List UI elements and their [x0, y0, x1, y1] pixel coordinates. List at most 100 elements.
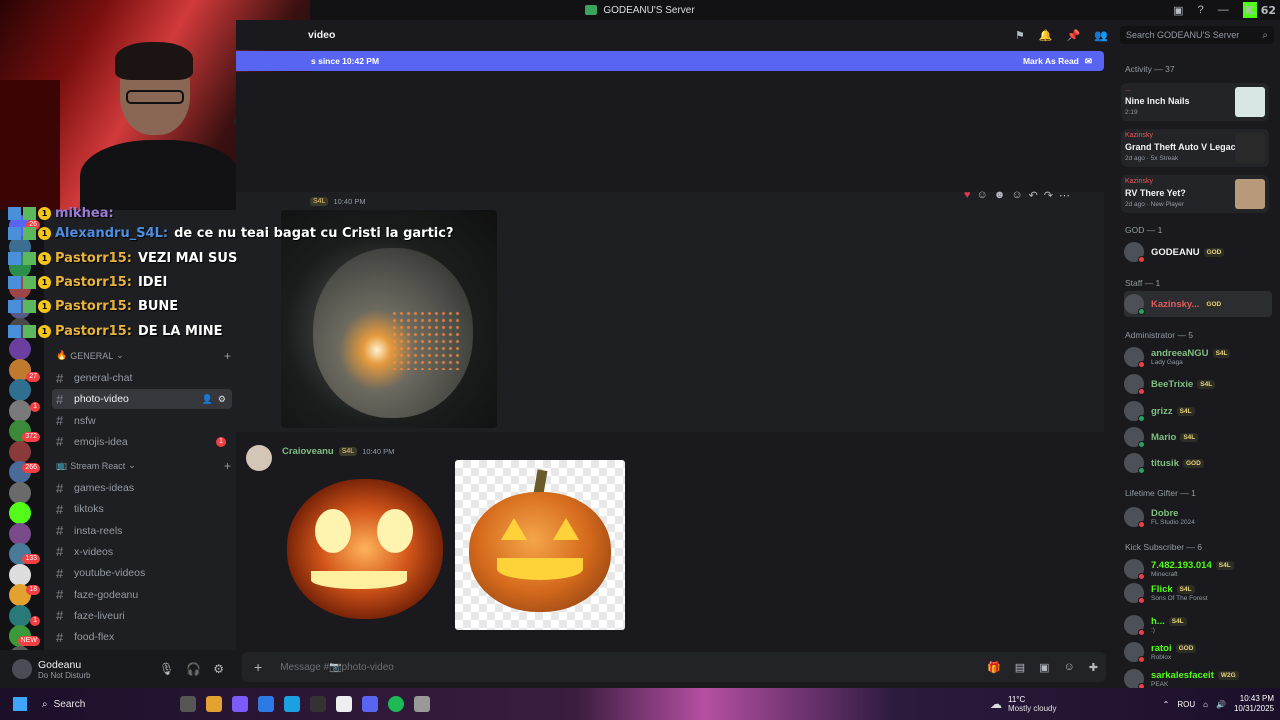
member-row[interactable]: grizz S4L: [1124, 398, 1272, 424]
member-name: GODEANU GOD: [1151, 247, 1225, 258]
window-title: GODEANU'S Server: [603, 4, 695, 16]
gear-icon[interactable]: ⚙: [218, 394, 226, 405]
emoji-icon[interactable]: ☺: [1064, 661, 1075, 674]
member-row[interactable]: Mario S4L: [1124, 424, 1272, 450]
mark-as-read-button[interactable]: Mark As Read ✉: [1023, 56, 1092, 67]
channel-games-ideas[interactable]: # games-ideas: [52, 478, 232, 498]
channel-general-chat[interactable]: # general-chat: [52, 368, 232, 388]
app-icon[interactable]: [336, 696, 352, 712]
app-icon[interactable]: [232, 696, 248, 712]
windows-start-icon[interactable]: [13, 697, 27, 711]
headphones-icon[interactable]: 🎧: [186, 662, 201, 676]
settings-gear-icon[interactable]: ⚙: [213, 662, 224, 676]
sticker-icon[interactable]: ▣: [1039, 661, 1049, 674]
member-row[interactable]: Kazinsky... GOD: [1124, 291, 1272, 317]
app-icon[interactable]: [258, 696, 274, 712]
server-icon[interactable]: [9, 481, 31, 504]
member-row[interactable]: GODEANU GOD: [1124, 239, 1272, 265]
gif-icon[interactable]: ▤: [1015, 661, 1025, 674]
category-general[interactable]: 🔥 GENERAL ⌄ +: [56, 349, 231, 363]
spotify-icon[interactable]: [388, 696, 404, 712]
member-row[interactable]: 7.482.193.014 S4L Minecraft: [1124, 556, 1272, 582]
add-attachment-icon[interactable]: +: [254, 659, 262, 675]
channel-x-videos[interactable]: # x-videos: [52, 542, 232, 562]
members-icon[interactable]: 👥: [1094, 29, 1108, 42]
server-icon[interactable]: [9, 399, 31, 422]
server-icon[interactable]: [9, 502, 31, 524]
server-icon[interactable]: [9, 522, 31, 545]
member-row[interactable]: andreeaNGU S4L Lady Gaga: [1124, 344, 1272, 370]
add-reaction-icon[interactable]: ☺: [1011, 189, 1022, 201]
taskbar-search[interactable]: ⌕ Search: [42, 699, 85, 710]
bell-icon[interactable]: 🔔: [1039, 29, 1053, 42]
apps-icon[interactable]: ✚: [1089, 661, 1098, 674]
minimize-icon[interactable]: —: [1218, 4, 1229, 16]
channel-photo-video[interactable]: # photo-video 👤 ⚙: [52, 389, 232, 410]
status-dot: [1138, 308, 1145, 315]
volume-icon[interactable]: 🔊: [1216, 700, 1226, 709]
server-icon[interactable]: [9, 379, 31, 401]
activity-card[interactable]: Kazinsky Grand Theft Auto V Legacy 2d ago …: [1121, 129, 1269, 167]
level-badge-icon: 1: [38, 226, 51, 240]
channel-insta-reels[interactable]: # insta-reels: [52, 521, 232, 541]
app-icon[interactable]: [180, 696, 196, 712]
heart-reaction-icon[interactable]: ♥: [964, 189, 971, 201]
activity-card[interactable]: Kazinsky RV There Yet? 2d ago · New Player: [1121, 175, 1269, 213]
channel-nsfw[interactable]: # nsfw: [52, 411, 232, 431]
app-icon[interactable]: [310, 696, 326, 712]
attachment-image-jack-o-lantern[interactable]: [455, 460, 625, 630]
pin-icon[interactable]: 📌: [1067, 29, 1081, 42]
language-indicator[interactable]: ROU: [1177, 700, 1195, 709]
add-channel-icon[interactable]: +: [224, 459, 231, 473]
network-icon[interactable]: ⌂: [1203, 700, 1208, 709]
member-row[interactable]: Dobre FL Studio 2024: [1124, 504, 1272, 530]
attachment-image-skull-pumpkin[interactable]: [281, 459, 449, 629]
inbox-icon[interactable]: ▣: [1173, 4, 1183, 17]
member-row[interactable]: h... S4L:): [1124, 612, 1272, 638]
chat-message: 1 Alexandru_S4L: de ce nu teai bagat cu Cr…: [8, 222, 454, 244]
level-badge-icon: 1: [38, 206, 51, 220]
channel-faze-godeanu[interactable]: # faze-godeanu: [52, 585, 232, 605]
member-row[interactable]: titusik GOD: [1124, 450, 1272, 476]
gift-icon[interactable]: 🎁: [987, 661, 1001, 674]
obs-icon[interactable]: [414, 696, 430, 712]
chevron-up-icon[interactable]: ⌃: [1163, 700, 1170, 709]
add-channel-icon[interactable]: +: [224, 349, 231, 363]
search-input[interactable]: Search GODEANU'S Server ⌕: [1120, 26, 1274, 44]
invite-icon[interactable]: 👤: [202, 394, 213, 405]
avatar[interactable]: [246, 445, 272, 471]
edge-icon[interactable]: [284, 696, 300, 712]
discord-icon[interactable]: [362, 696, 378, 712]
category-stream-react[interactable]: 📺 Stream React ⌄ +: [56, 459, 231, 473]
server-icon[interactable]: [9, 440, 31, 463]
channel-faze-liveuri[interactable]: # faze-liveuri: [52, 606, 232, 626]
threads-icon[interactable]: ⚑: [1015, 29, 1025, 42]
avatar[interactable]: [12, 659, 32, 679]
folder-icon[interactable]: [206, 696, 222, 712]
help-icon[interactable]: ?: [1198, 4, 1204, 16]
unread-bar[interactable]: s since 10:42 PM Mark As Read ✉: [236, 51, 1104, 71]
channel-youtube-videos[interactable]: # youtube-videos: [52, 563, 232, 583]
channel-emojis-idea[interactable]: # emojis-idea 1: [52, 432, 232, 452]
server-icon[interactable]: [9, 563, 31, 586]
microphone-icon[interactable]: 🎙: [159, 662, 174, 676]
activity-card[interactable]: ... Nine Inch Nails 2:19: [1121, 83, 1269, 121]
author-name[interactable]: Craioveanu: [282, 446, 334, 457]
more-icon[interactable]: ⋯: [1059, 189, 1070, 202]
member-row[interactable]: ratoi GOD Roblox: [1124, 639, 1272, 665]
server-icon[interactable]: [9, 604, 31, 627]
channel-tiktoks[interactable]: # tiktoks: [52, 499, 232, 519]
channel-food-flex[interactable]: # food-flex: [52, 627, 232, 647]
forward-icon[interactable]: ↷: [1044, 189, 1053, 202]
member-row[interactable]: BeeTrixie S4L: [1124, 371, 1272, 397]
weather-widget[interactable]: ☁ 11°C Mostly cloudy: [990, 695, 1056, 713]
emoji-reaction-icon[interactable]: ☻: [994, 189, 1006, 201]
member-row[interactable]: Flick S4L Sons Of The Forest: [1124, 580, 1272, 606]
member-activity: Roblox: [1151, 654, 1172, 661]
clock[interactable]: 10:43 PM 10/31/2025: [1234, 694, 1274, 714]
message-composer[interactable]: + Message #📷photo-video 🎁 ▤ ▣ ☺ ✚: [242, 652, 1106, 682]
activity-thumbnail: [1235, 133, 1265, 163]
emoji-reaction-icon[interactable]: ☺: [977, 189, 988, 201]
avatar: [1124, 427, 1145, 448]
reply-icon[interactable]: ↶: [1029, 189, 1038, 202]
